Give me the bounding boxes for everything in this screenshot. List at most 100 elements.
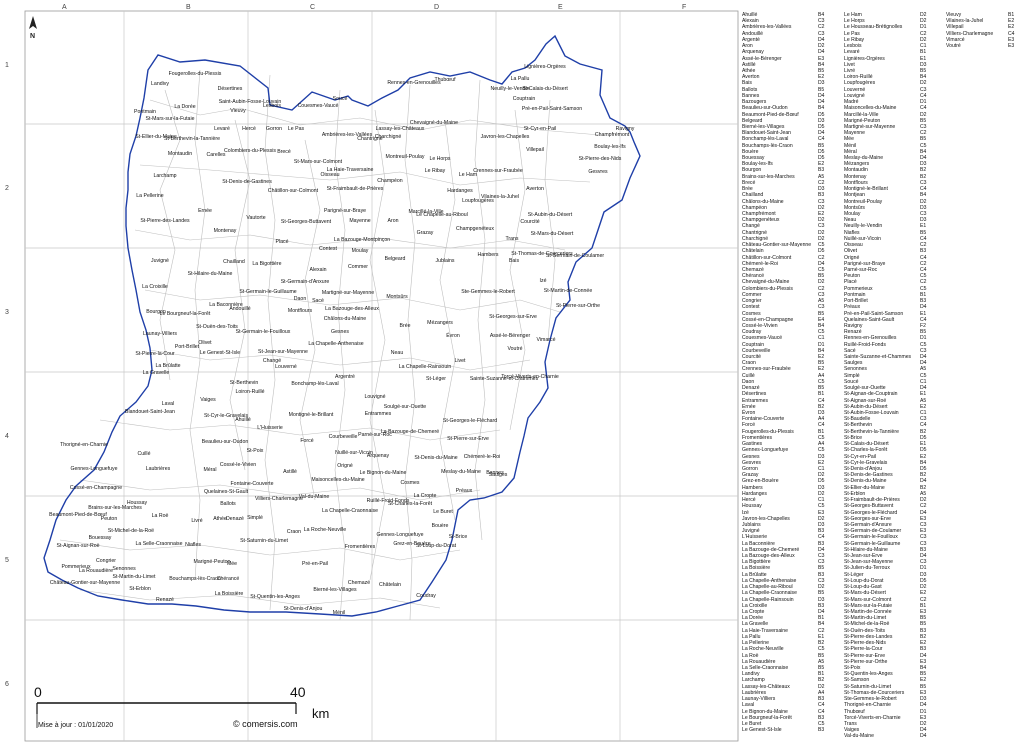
commune-label: Courbeveille: [329, 434, 358, 440]
commune-label: Livré: [191, 518, 202, 524]
commune-label: Gesnes: [331, 329, 349, 335]
index-grid-square: E3: [1008, 43, 1015, 50]
commune-label: Le Chapelle-au-Riboul: [416, 212, 468, 218]
commune-label: Daon: [294, 296, 307, 302]
grid-column-label: A: [62, 4, 67, 11]
commune-label: Vaiges: [200, 397, 216, 403]
index-column-1: Ahuillé B4 Alexain C3 Ambrières-les-Vallées C…: [742, 12, 842, 733]
commune-label: Thubœuf: [434, 77, 456, 83]
commune-label: Sacé: [312, 298, 324, 304]
commune-label: Entrammes: [365, 411, 392, 417]
commune-label: Chémeré-le-Roi: [464, 454, 501, 460]
commune-label: St-Hilaire-du-Maine: [188, 271, 233, 277]
commune-label: Loupfougères: [462, 198, 494, 204]
commune-label: Commer: [348, 264, 368, 270]
commune-label: La Chapelle-Craonnaise: [322, 508, 378, 514]
grid-column-label: B: [186, 4, 191, 11]
commune-label: St-Denis-de-Gastines: [222, 179, 272, 185]
commune-label: St-Cyr-en-Pail: [524, 126, 557, 132]
commune-label: Soucé: [333, 96, 348, 102]
commune-label: Aron: [388, 218, 399, 224]
commune-label: Olivet: [198, 340, 212, 346]
commune-label: Couptrain: [513, 96, 536, 102]
map-canvas: A B C D E F 1 2 3 4 5 6 N LandivyFougerolles-du-Pl…: [0, 0, 740, 743]
commune-label: Peuton: [101, 516, 118, 522]
commune-label: Maisoncelles-du-Maine: [311, 477, 364, 483]
commune-label: Levaré: [214, 126, 230, 132]
commune-label: Hardanges: [447, 188, 473, 194]
commune-label: Louvigné: [364, 394, 385, 400]
commune-label: Bouère: [432, 523, 449, 529]
commune-label: Javron-les-Chapelles: [481, 134, 530, 140]
commune-label: Senonnes: [112, 566, 136, 572]
commune-label: La Bazouge-des-Alleux: [325, 306, 379, 312]
commune-label: Mayenne: [349, 218, 370, 224]
commune-label: St-Denis-du-Maine: [414, 455, 457, 461]
commune-label: Ménil: [333, 610, 345, 616]
commune-label: Congrier: [96, 558, 116, 564]
commune-label: Livet: [455, 358, 467, 364]
commune-label: Launay-Villiers: [143, 331, 177, 337]
commune-label: St-Mars-sur-Colmont: [294, 159, 343, 165]
commune-label: Villiers-Charlemagne: [255, 496, 303, 502]
scale-unit-label: km: [312, 706, 329, 721]
grid-row-label: 2: [5, 185, 9, 192]
commune-label: Soulgé-sur-Ouette: [384, 404, 427, 410]
commune-label: Chailland: [223, 259, 245, 265]
commune-label: Champéon: [377, 178, 402, 184]
commune-label: Landivy: [151, 81, 169, 87]
commune-label: Fougerolles-du-Plessis: [169, 71, 222, 77]
commune-label: St-Georges-sur-Erve: [489, 314, 537, 320]
commune-label: St-Loup-du-Dorat: [416, 543, 457, 549]
commune-label: Le Pas: [288, 126, 305, 132]
commune-label: Le Bignon-du-Maine: [360, 470, 407, 476]
commune-label: Moulay: [352, 248, 369, 254]
commune-label: Port-Brillet: [175, 344, 200, 350]
commune-label: St-Charles-la-Forêt: [388, 501, 433, 507]
commune-label: Meslay-du-Maine: [441, 469, 481, 475]
commune-label: Quelaines-St-Gault: [204, 489, 249, 495]
commune-label: Forcé: [300, 438, 313, 444]
commune-label: Chevaigné-du-Maine: [410, 120, 458, 126]
index-commune-name: Le Genest-St-Isle: [742, 727, 782, 734]
commune-label: Châtelain: [379, 582, 401, 588]
commune-label: Pré-en-Pail-Saint-Samson: [522, 106, 582, 112]
commune-label: La Chapelle-Anthenaise: [308, 341, 363, 347]
commune-label: Château-Gontier-sur-Mayenne: [50, 580, 120, 586]
commune-label: Saulges: [489, 472, 508, 478]
commune-label: St-Calais-du-Désert: [522, 86, 568, 92]
grid-column-label: E: [558, 4, 563, 11]
commune-label: Montflours: [288, 308, 313, 314]
commune-label: Alexain: [309, 267, 326, 273]
commune-label: Laubrières: [146, 466, 171, 472]
commune-label: La Pallu: [511, 76, 530, 82]
commune-label: Le Buret: [433, 509, 453, 515]
commune-label: St-Berthevin-la-Tannière: [164, 136, 220, 142]
commune-label: Champfrémont: [595, 132, 630, 138]
commune-label: Hambers: [477, 252, 498, 258]
index-row: Voutré E3: [946, 43, 1024, 49]
commune-label: Courcité: [520, 219, 539, 225]
grid-row-label: 6: [5, 681, 9, 688]
commune-label: Villepail: [526, 147, 544, 153]
commune-label: Châtillon-sur-Colmont: [268, 188, 319, 194]
grid-row-label: 1: [5, 62, 9, 69]
commune-label: Méral: [204, 467, 217, 473]
commune-label: La Boissière: [215, 591, 244, 597]
commune-label: Le Horps: [429, 156, 450, 162]
commune-label: Montigné-le-Brillant: [289, 412, 334, 418]
commune-label: Grazay: [417, 230, 434, 236]
commune-label: Athée: [213, 516, 227, 522]
index-row: Le Genest-St-Isle B3: [742, 727, 842, 733]
commune-label: Pommerieux: [61, 564, 91, 570]
commune-label: Niafles: [185, 542, 201, 548]
commune-label: Couesmes-Vaucé: [298, 103, 339, 109]
commune-label: St-Pierre-la-Cour: [135, 351, 174, 357]
grid-column-label: D: [434, 4, 439, 11]
commune-label: St-Aignan-sur-Roë: [57, 543, 100, 549]
commune-label: Rennes-en-Grenouilles: [387, 80, 441, 86]
commune-label: Assé-le-Bérenger: [490, 333, 531, 339]
commune-label: Brains-sur-les-Marches: [88, 505, 142, 511]
commune-label: La Gravelle: [143, 370, 170, 376]
commune-label: St-Martin-de-Connée: [544, 288, 593, 294]
